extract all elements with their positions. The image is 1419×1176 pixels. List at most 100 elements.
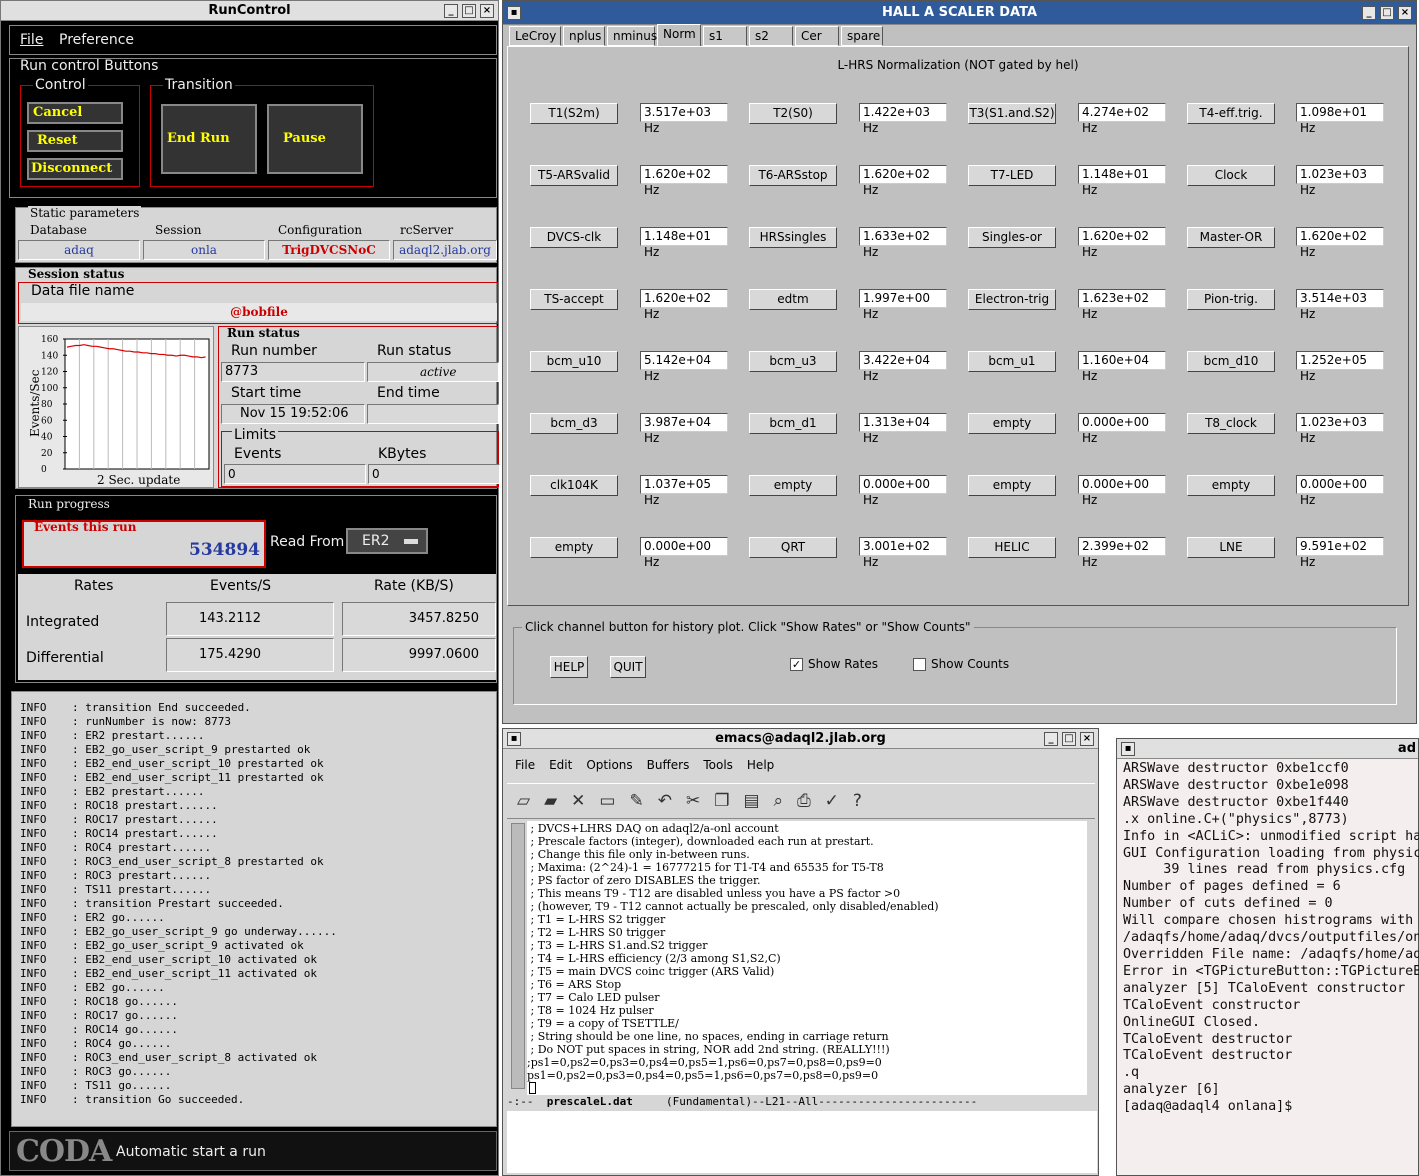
- channel-button[interactable]: T3(S1.and.S2): [968, 103, 1056, 124]
- save-as-icon[interactable]: ✎: [629, 791, 657, 811]
- channel-button[interactable]: T4-eff.trig.: [1187, 103, 1275, 124]
- log-line: INFO: transition Go succeeded.: [20, 1093, 496, 1107]
- channel-button[interactable]: HRSsingles: [749, 227, 837, 248]
- pause-button[interactable]: Pause: [267, 104, 363, 174]
- help-button[interactable]: HELP: [550, 656, 588, 678]
- show-counts-checkbox[interactable]: [913, 658, 926, 671]
- minimize-icon[interactable]: _: [1044, 732, 1058, 746]
- maximize-icon[interactable]: □: [1062, 732, 1076, 746]
- channel-button[interactable]: bcm_d1: [749, 413, 837, 434]
- channel-button[interactable]: bcm_u1: [968, 351, 1056, 372]
- disconnect-button[interactable]: Disconnect: [27, 158, 123, 180]
- tab-nminus[interactable]: nminus: [607, 26, 657, 46]
- channel-rate-field: 1.037e+05 Hz: [640, 475, 728, 507]
- tab-spare[interactable]: spare: [841, 26, 883, 46]
- emacs-buffer[interactable]: ; DVCS+LHRS DAQ on adaql2/a-onl account …: [527, 821, 1087, 1095]
- channel-button[interactable]: Clock: [1187, 165, 1275, 186]
- rates-table: Rates Events/S Rate (KB/S) Integrated Di…: [18, 574, 496, 680]
- log-level: INFO: [20, 911, 47, 924]
- channel-button[interactable]: empty: [968, 475, 1056, 496]
- emacs-menu-buffers[interactable]: Buffers: [647, 758, 690, 772]
- emacs-menu-tools[interactable]: Tools: [703, 758, 733, 772]
- show-rates-checkbox[interactable]: ✓: [790, 658, 803, 671]
- buffer-line: ; Change this file only in-between runs.: [527, 848, 750, 861]
- log-level: INFO: [20, 939, 47, 952]
- print-icon[interactable]: ⎙: [797, 791, 825, 811]
- read-from-select[interactable]: ER2: [346, 528, 428, 554]
- terminal-output[interactable]: ARSWave destructor 0xbe1ccf0 ARSWave dest…: [1123, 761, 1419, 1173]
- log-line: INFO: ROC17 prestart......: [20, 813, 496, 827]
- help-icon[interactable]: ?: [853, 791, 876, 811]
- save-icon[interactable]: ▭: [599, 791, 629, 811]
- reset-button[interactable]: Reset: [27, 130, 123, 152]
- channel-button[interactable]: T2(S0): [749, 103, 837, 124]
- channel-button[interactable]: Singles-or: [968, 227, 1056, 248]
- channel-button[interactable]: HELIC: [968, 537, 1056, 558]
- menu-preference[interactable]: Preference: [59, 26, 134, 54]
- tab-s2[interactable]: s2: [749, 26, 793, 46]
- tab-s1[interactable]: s1: [703, 26, 747, 46]
- window-menu-icon[interactable]: ▪: [1121, 742, 1135, 756]
- emacs-menu-file[interactable]: File: [515, 758, 535, 772]
- channel-button[interactable]: T8_clock: [1187, 413, 1275, 434]
- copy-icon[interactable]: ❐: [714, 791, 743, 811]
- log-line: INFO: ROC3 prestart......: [20, 869, 496, 883]
- maximize-icon[interactable]: □: [462, 4, 476, 18]
- channel-button[interactable]: DVCS-clk: [530, 227, 618, 248]
- close-buffer-icon[interactable]: ✕: [571, 791, 599, 811]
- window-menu-icon[interactable]: ▪: [507, 6, 521, 20]
- cut-icon[interactable]: ✂: [686, 791, 714, 811]
- tab-norm[interactable]: Norm: [657, 24, 701, 46]
- events-limit-field[interactable]: 0: [224, 464, 366, 484]
- quit-button[interactable]: QUIT: [610, 656, 646, 678]
- close-icon[interactable]: ×: [1080, 732, 1094, 746]
- cancel-button[interactable]: Cancel: [27, 102, 123, 124]
- channel-button[interactable]: T5-ARSvalid: [530, 165, 618, 186]
- tab-lecroy[interactable]: LeCroy: [509, 26, 561, 46]
- search-icon[interactable]: ⌕: [774, 791, 798, 811]
- emacs-menu-edit[interactable]: Edit: [549, 758, 572, 772]
- minimize-icon[interactable]: _: [444, 4, 458, 18]
- channel-button[interactable]: edtm: [749, 289, 837, 310]
- emacs-minibuffer[interactable]: [507, 1111, 1097, 1173]
- message-log[interactable]: INFO: transition End succeeded. INFO: run…: [11, 691, 497, 1127]
- preferences-icon[interactable]: ✓: [825, 791, 853, 811]
- channel-button[interactable]: empty: [530, 537, 618, 558]
- channel-button[interactable]: QRT: [749, 537, 837, 558]
- channel-button[interactable]: empty: [1187, 475, 1275, 496]
- channel-button[interactable]: TS-accept: [530, 289, 618, 310]
- emacs-menu-options[interactable]: Options: [586, 758, 632, 772]
- kbytes-limit-field[interactable]: 0: [368, 464, 500, 484]
- emacs-scrollbar[interactable]: [511, 823, 525, 1089]
- channel-button[interactable]: clk104K: [530, 475, 618, 496]
- channel-button[interactable]: bcm_u10: [530, 351, 618, 372]
- menu-file[interactable]: File: [20, 26, 43, 54]
- channel-rate-field: 2.399e+02 Hz: [1078, 537, 1166, 569]
- tab-nplus[interactable]: nplus: [563, 26, 605, 46]
- paste-icon[interactable]: ▤: [743, 791, 773, 811]
- channel-button[interactable]: empty: [749, 475, 837, 496]
- undo-icon[interactable]: ↶: [658, 791, 686, 811]
- channel-button[interactable]: bcm_d10: [1187, 351, 1275, 372]
- window-menu-icon[interactable]: ▪: [507, 732, 521, 746]
- channel-button[interactable]: Electron-trig: [968, 289, 1056, 310]
- channel-button[interactable]: LNE: [1187, 537, 1275, 558]
- channel-button[interactable]: Master-OR: [1187, 227, 1275, 248]
- channel-button[interactable]: T1(S2m): [530, 103, 618, 124]
- open-file-icon[interactable]: ▰: [544, 791, 571, 811]
- emacs-menu-help[interactable]: Help: [747, 758, 774, 772]
- maximize-icon[interactable]: □: [1380, 6, 1394, 20]
- close-icon[interactable]: ×: [480, 4, 494, 18]
- configuration-header: Configuration: [278, 223, 363, 237]
- channel-button[interactable]: T6-ARSstop: [749, 165, 837, 186]
- channel-button[interactable]: bcm_u3: [749, 351, 837, 372]
- channel-button[interactable]: Pion-trig.: [1187, 289, 1275, 310]
- tab-cer[interactable]: Cer: [795, 26, 839, 46]
- end-run-button[interactable]: End Run: [161, 104, 257, 174]
- minimize-icon[interactable]: _: [1362, 6, 1376, 20]
- channel-button[interactable]: T7-LED: [968, 165, 1056, 186]
- new-file-icon[interactable]: ▱: [517, 791, 544, 811]
- channel-button[interactable]: empty: [968, 413, 1056, 434]
- channel-button[interactable]: bcm_d3: [530, 413, 618, 434]
- close-icon[interactable]: ×: [1398, 6, 1412, 20]
